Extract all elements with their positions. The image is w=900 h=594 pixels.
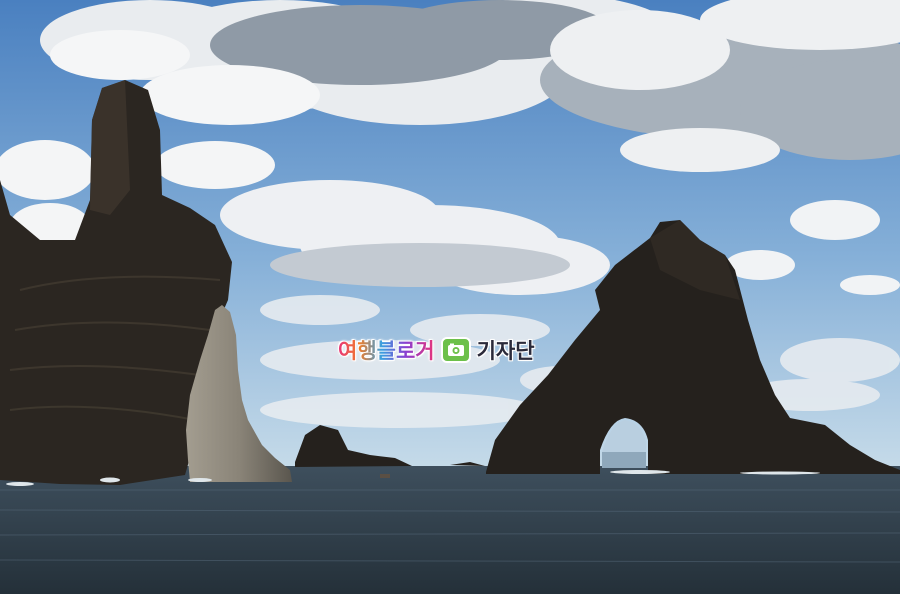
photo-scene: 여행블로거 여행블로거 기자단 bbox=[0, 0, 900, 594]
watermark-reporters: 기자단 bbox=[476, 339, 535, 363]
buoy bbox=[380, 474, 390, 478]
watermark-logo: 여행블로거 여행블로거 기자단 bbox=[338, 334, 535, 366]
watermark-travel-blogger: 여행블로거 여행블로거 bbox=[338, 335, 436, 365]
arch-sea bbox=[602, 452, 646, 468]
sea bbox=[0, 466, 900, 594]
seascape-image bbox=[0, 0, 900, 594]
camera-icon bbox=[440, 337, 471, 363]
